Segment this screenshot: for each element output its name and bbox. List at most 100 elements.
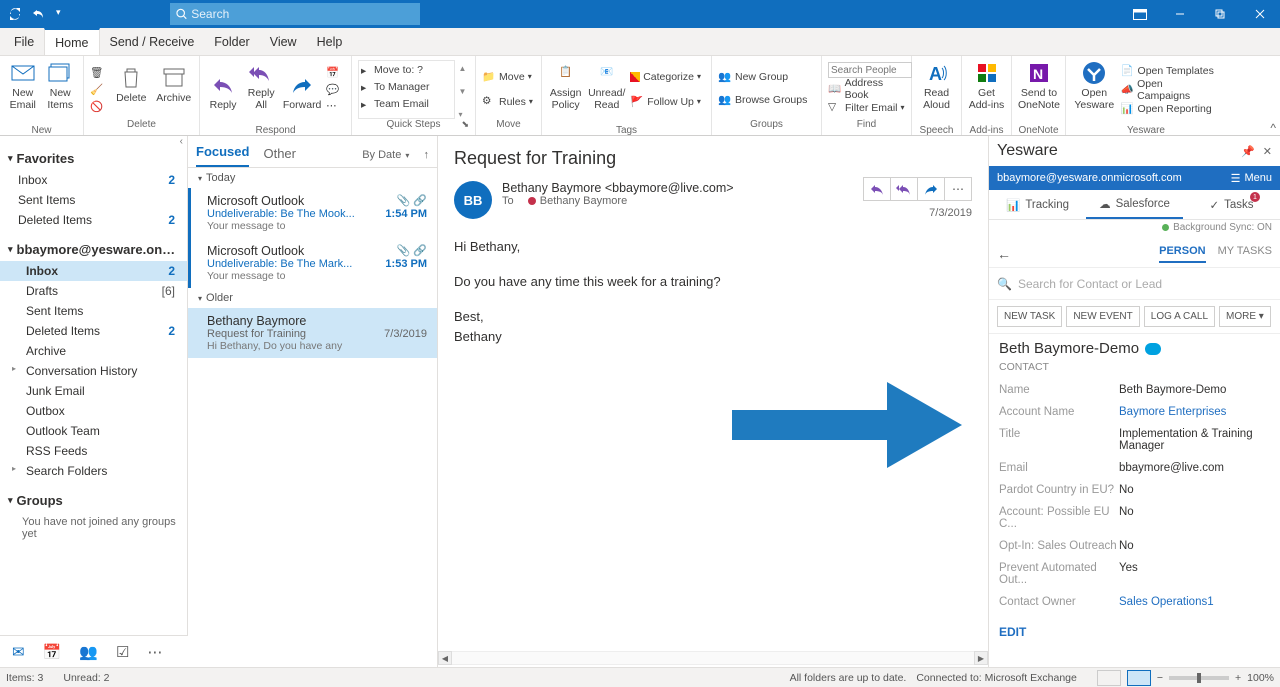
reply-all-button[interactable]: Reply All: [244, 60, 278, 125]
scroll-right-button[interactable]: ▶: [974, 651, 988, 665]
zoom-in-button[interactable]: +: [1235, 672, 1241, 684]
folder-junk-email[interactable]: Junk Email: [0, 381, 187, 401]
coming-soon-icon[interactable]: [1120, 0, 1160, 28]
folder-outbox[interactable]: Outbox: [0, 401, 187, 421]
subtab-person[interactable]: PERSON: [1159, 245, 1205, 263]
open-reporting-button[interactable]: 📊Open Reporting: [1121, 100, 1220, 117]
message-item[interactable]: Bethany BaymoreRequest for Training7/3/2…: [188, 308, 437, 358]
menu-view[interactable]: View: [260, 28, 307, 55]
yesware-back-button[interactable]: ←: [997, 246, 1011, 262]
quickstep-item[interactable]: ▸Move to: ?: [359, 61, 454, 78]
subtab-mytasks[interactable]: MY TASKS: [1218, 245, 1272, 263]
folder-drafts[interactable]: Drafts[6]: [0, 281, 187, 301]
msglist-section-header[interactable]: ▾Today: [188, 168, 437, 188]
assign-policy-button[interactable]: 📋 Assign Policy: [548, 60, 583, 125]
folder-search-folders[interactable]: ▸Search Folders: [0, 461, 187, 481]
reply-all-action-button[interactable]: [890, 177, 918, 201]
mail-nav-icon[interactable]: ✉: [12, 643, 25, 661]
quickstep-item[interactable]: ▸Team Email: [359, 95, 454, 112]
qat-customize-icon[interactable]: ▾: [56, 7, 70, 21]
more-nav-icon[interactable]: ⋯: [147, 643, 162, 661]
global-search[interactable]: [170, 3, 420, 25]
message-item[interactable]: 📎 🔗Microsoft OutlookUndeliverable: Be Th…: [188, 238, 437, 288]
close-pane-icon[interactable]: ✕: [1263, 145, 1272, 158]
more-actions-button[interactable]: ⋯: [944, 177, 972, 201]
collapse-ribbon-icon[interactable]: ^: [1270, 121, 1276, 135]
zoom-slider[interactable]: [1197, 673, 1201, 683]
yesware-action-new-event[interactable]: NEW EVENT: [1066, 306, 1139, 327]
folder-rss-feeds[interactable]: RSS Feeds: [0, 441, 187, 461]
folder-inbox[interactable]: Inbox2: [0, 170, 187, 190]
menu-sendreceive[interactable]: Send / Receive: [100, 28, 205, 55]
horizontal-scrollbar[interactable]: [452, 651, 974, 665]
sync-icon[interactable]: [8, 7, 22, 21]
qstep-down-icon[interactable]: ▼: [459, 87, 470, 96]
quick-steps-gallery[interactable]: ▸Move to: ?▸To Manager▸Team Email: [358, 60, 455, 119]
tab-focused[interactable]: Focused: [196, 144, 249, 167]
new-email-button[interactable]: New Email: [6, 60, 40, 125]
meeting-button[interactable]: 📅: [326, 64, 345, 81]
tasks-nav-icon[interactable]: ☑: [116, 643, 129, 661]
open-templates-button[interactable]: 📄Open Templates: [1121, 62, 1220, 79]
yesware-tab-tracking[interactable]: 📊Tracking: [989, 190, 1086, 219]
new-items-button[interactable]: New Items: [44, 60, 78, 125]
global-search-input[interactable]: [191, 7, 414, 21]
sort-direction-icon[interactable]: ↑: [424, 149, 430, 161]
read-aloud-button[interactable]: A Read Aloud: [918, 60, 955, 125]
more-respond-button[interactable]: ⋯: [326, 98, 345, 115]
reply-action-button[interactable]: [863, 177, 891, 201]
quickstep-item[interactable]: ▸To Manager: [359, 78, 454, 95]
address-book-button[interactable]: 📖Address Book: [828, 80, 912, 97]
junk-button[interactable]: 🚫: [90, 98, 108, 115]
msglist-section-header[interactable]: ▾Older: [188, 288, 437, 308]
unread-read-button[interactable]: 📧 Unread/ Read: [587, 60, 626, 125]
people-nav-icon[interactable]: 👥: [79, 643, 98, 661]
zoom-out-button[interactable]: −: [1157, 672, 1163, 684]
ignore-button[interactable]: 🗑: [90, 64, 108, 81]
view-normal-button[interactable]: [1097, 670, 1121, 686]
forward-button[interactable]: Forward: [282, 60, 322, 125]
categorize-button[interactable]: Categorize▾: [630, 68, 705, 85]
collapse-folder-pane-icon[interactable]: ‹: [0, 136, 187, 147]
open-campaigns-button[interactable]: 📣Open Campaigns: [1121, 81, 1220, 98]
reply-button[interactable]: Reply: [206, 60, 240, 125]
rules-button[interactable]: ⚙Rules▾: [482, 93, 537, 110]
move-button[interactable]: 📁Move▾: [482, 68, 537, 85]
yesware-action-more[interactable]: MORE ▾: [1219, 306, 1271, 327]
folder-sent-items[interactable]: Sent Items: [0, 190, 187, 210]
undo-icon[interactable]: [32, 7, 46, 21]
view-reading-button[interactable]: [1127, 670, 1151, 686]
followup-button[interactable]: 🚩Follow Up▾: [630, 93, 705, 110]
groups-header[interactable]: ▾Groups: [0, 489, 187, 512]
archive-button[interactable]: Archive: [155, 60, 194, 119]
favorites-header[interactable]: ▾Favorites: [0, 147, 187, 170]
cleanup-button[interactable]: 🧹: [90, 81, 108, 98]
folder-sent-items[interactable]: Sent Items: [0, 301, 187, 321]
account-header[interactable]: ▾bbaymore@yesware.onmicr...: [0, 238, 187, 261]
scroll-left-button[interactable]: ◀: [438, 651, 452, 665]
forward-action-button[interactable]: [917, 177, 945, 201]
menu-help[interactable]: Help: [307, 28, 353, 55]
new-group-button[interactable]: 👥New Group: [718, 68, 811, 85]
open-yesware-button[interactable]: Open Yesware: [1072, 60, 1117, 125]
yesware-contact-search[interactable]: 🔍 Search for Contact or Lead: [989, 268, 1280, 300]
send-onenote-button[interactable]: N Send to OneNote: [1018, 60, 1060, 125]
sort-by-date[interactable]: By Date ▾ ↑: [362, 149, 429, 167]
message-item[interactable]: 📎 🔗Microsoft OutlookUndeliverable: Be Th…: [188, 188, 437, 238]
minimize-button[interactable]: [1160, 0, 1200, 28]
folder-deleted-items[interactable]: Deleted Items2: [0, 321, 187, 341]
im-button[interactable]: 💬: [326, 81, 345, 98]
quicksteps-launcher-icon[interactable]: ⬊: [461, 119, 469, 130]
yesware-tab-salesforce[interactable]: ☁Salesforce: [1086, 190, 1183, 219]
menu-file[interactable]: File: [4, 28, 44, 55]
menu-folder[interactable]: Folder: [204, 28, 259, 55]
qstep-more-icon[interactable]: ▾: [459, 110, 470, 119]
folder-conversation-history[interactable]: ▸Conversation History: [0, 361, 187, 381]
folder-outlook-team[interactable]: Outlook Team: [0, 421, 187, 441]
filter-email-button[interactable]: ▽Filter Email▾: [828, 99, 912, 116]
close-button[interactable]: [1240, 0, 1280, 28]
delete-button[interactable]: Delete: [112, 60, 151, 119]
menu-home[interactable]: Home: [44, 28, 99, 55]
yesware-action-log-a-call[interactable]: LOG A CALL: [1144, 306, 1215, 327]
maximize-button[interactable]: [1200, 0, 1240, 28]
